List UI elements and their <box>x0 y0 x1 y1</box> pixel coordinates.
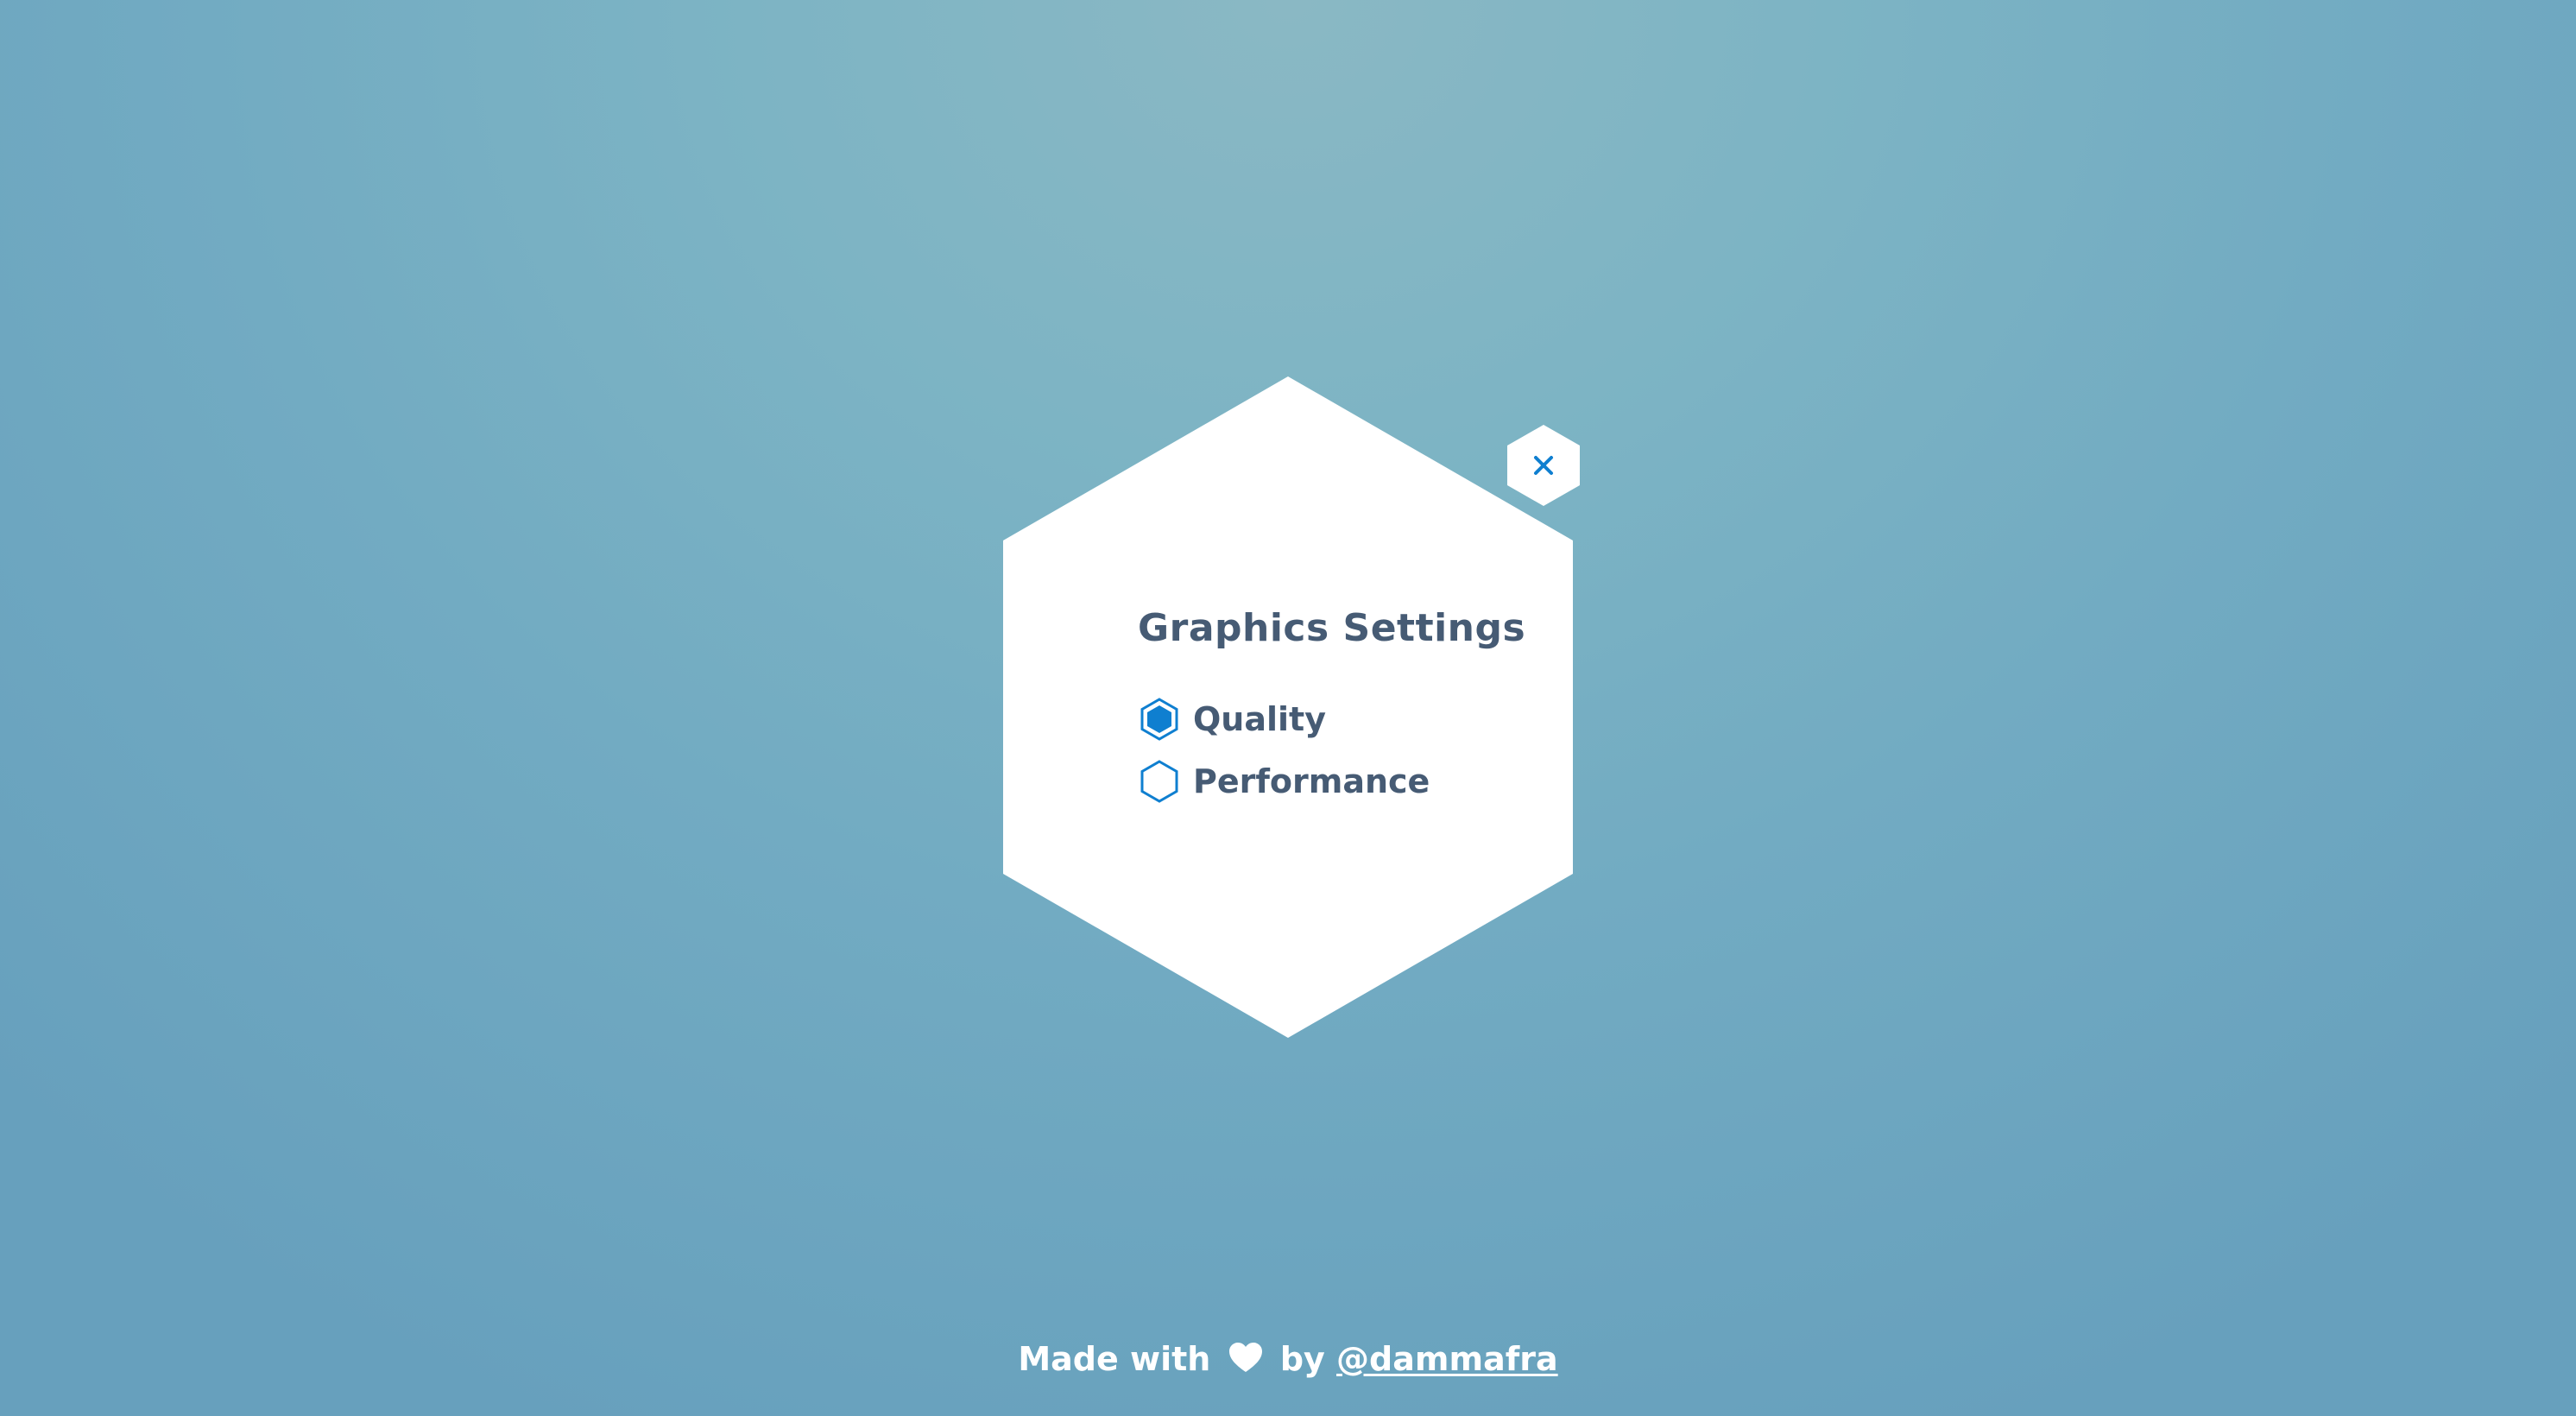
app-scene: Graphics Settings Quality Performance Ma… <box>0 0 2576 1416</box>
author-link[interactable]: @dammafra <box>1336 1340 1558 1378</box>
radio-hexagon-selected-icon[interactable] <box>1140 698 1179 741</box>
close-button[interactable] <box>1506 423 1582 508</box>
panel-title: Graphics Settings <box>1138 606 1526 650</box>
footer-credit: Made with by @dammafra <box>0 1340 2576 1378</box>
option-performance[interactable]: Performance <box>1140 760 1430 803</box>
footer-made-with: Made with <box>1018 1340 1211 1378</box>
option-quality[interactable]: Quality <box>1140 698 1326 741</box>
footer-by: by <box>1279 1340 1325 1378</box>
option-performance-label: Performance <box>1193 762 1430 800</box>
heart-icon <box>1228 1343 1262 1372</box>
option-quality-label: Quality <box>1193 700 1326 738</box>
radio-hexagon-icon[interactable] <box>1140 760 1179 803</box>
